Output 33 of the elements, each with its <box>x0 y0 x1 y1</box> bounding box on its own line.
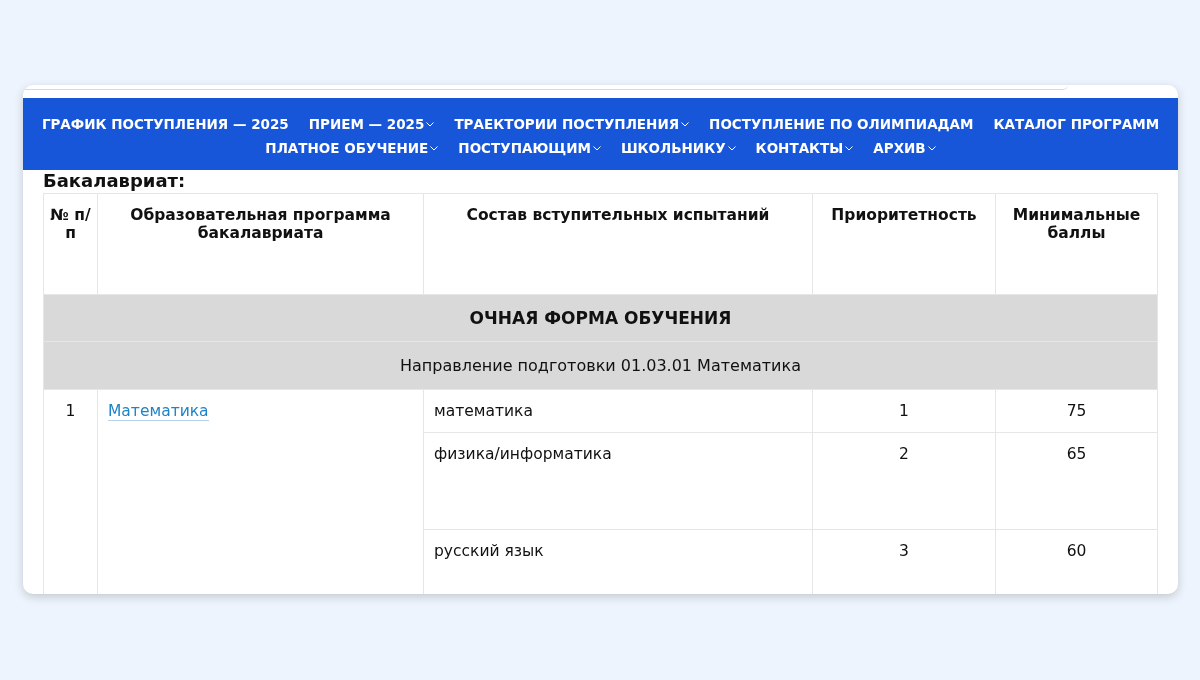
table-cell: математика <box>423 389 813 433</box>
chevron-down-icon <box>845 145 854 151</box>
nav-link[interactable]: ПЛАТНОЕ ОБУЧЕНИЕ <box>265 140 439 156</box>
chevron-down-icon <box>681 121 690 127</box>
nav-link[interactable]: ПОСТУПАЮЩИМ <box>458 140 601 156</box>
table-cell: 65 <box>995 432 1158 530</box>
column-header: № п/п <box>43 193 98 295</box>
nav-link[interactable]: АРХИВ <box>873 140 936 156</box>
column-header: Состав вступительных испытаний <box>423 193 813 295</box>
column-header: Минимальные баллы <box>995 193 1158 295</box>
nav-link[interactable]: ГРАФИК ПОСТУПЛЕНИЯ — 2025 <box>41 116 289 132</box>
chevron-down-icon <box>426 121 435 127</box>
nav-link[interactable]: ПОСТУПЛЕНИЕ ПО ОЛИМПИАДАМ <box>709 116 974 132</box>
table-section-header: ОЧНАЯ ФОРМА ОБУЧЕНИЯ <box>43 294 1158 342</box>
nav-link[interactable]: ТРАЕКТОРИИ ПОСТУПЛЕНИЯ <box>454 116 690 132</box>
column-header: Образовательная программа бакалавриата <box>97 193 424 295</box>
section-heading: Бакалавриат: <box>43 170 187 191</box>
nav-link[interactable]: ПРИЕМ — 2025 <box>308 116 435 132</box>
table-cell: 2 <box>812 432 996 530</box>
table-group-header: Направление подготовки 01.03.01 Математика <box>43 341 1158 390</box>
table-cell: физика/информатика <box>423 432 813 530</box>
nav-link[interactable]: КАТАЛОГ ПРОГРАММ <box>993 116 1160 132</box>
table-cell: 1 <box>812 389 996 433</box>
chevron-down-icon <box>430 145 439 151</box>
chevron-down-icon <box>592 145 601 151</box>
table-cell: 75 <box>995 389 1158 433</box>
column-header: Приоритетность <box>812 193 996 295</box>
nav-link[interactable]: ШКОЛЬНИКУ <box>620 140 736 156</box>
chevron-down-icon <box>727 145 736 151</box>
table-cell: 1 <box>43 389 98 594</box>
program-link[interactable]: Математика <box>108 402 209 421</box>
nav-link[interactable]: КОНТАКТЫ <box>755 140 854 156</box>
chevron-down-icon <box>927 145 936 151</box>
